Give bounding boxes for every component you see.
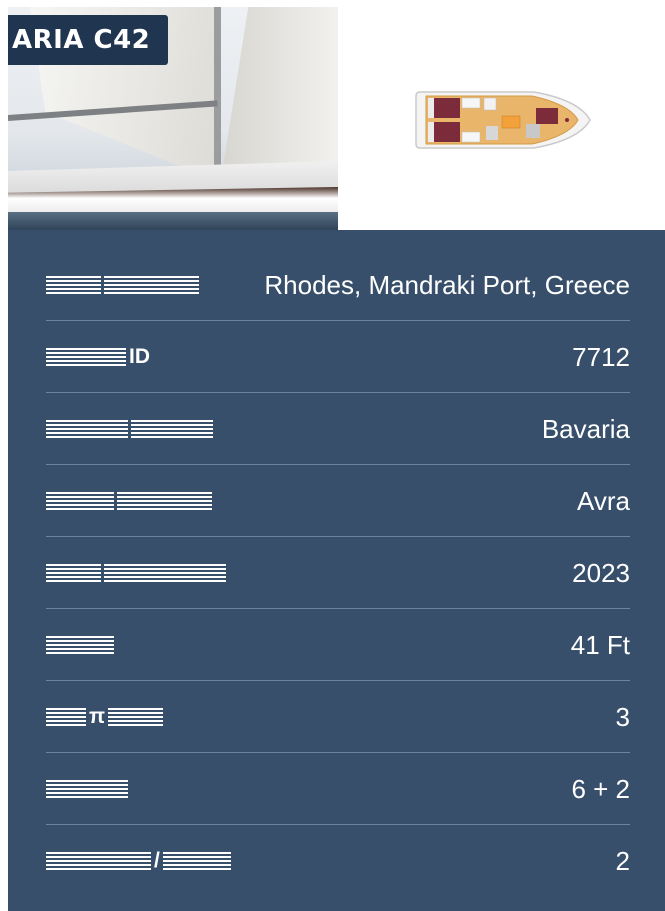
spec-value-manufacturer: Bavaria <box>541 413 630 444</box>
sea <box>8 212 338 230</box>
spec-row-toilets: / 2 <box>46 825 630 897</box>
spec-value-name: Avra <box>577 485 630 516</box>
boat-layout-diagram <box>415 91 591 149</box>
spec-row-berths: 6 + 2 <box>46 753 630 825</box>
yacht-photo: ARIA C42 <box>8 7 338 230</box>
spec-value-berths: 6 + 2 <box>571 773 630 804</box>
spec-row-id: ID 7712 <box>46 321 630 393</box>
specifications-panel: Rhodes, Mandraki Port, Greece ID 7712 Ba… <box>8 230 665 911</box>
spec-row-length: 41 Ft <box>46 609 630 681</box>
jib-sail <box>223 7 338 167</box>
spec-label-id: ID <box>46 345 150 369</box>
spec-value-toilets: 2 <box>615 845 630 876</box>
spec-value-id: 7712 <box>572 341 630 372</box>
spec-label-year <box>46 564 226 582</box>
spec-label-name <box>46 492 212 510</box>
spec-value-length: 41 Ft <box>570 629 630 660</box>
spec-row-location: Rhodes, Mandraki Port, Greece <box>46 249 630 321</box>
spec-label-cabins: π <box>46 705 164 729</box>
spec-label-berths <box>46 780 128 798</box>
spec-value-cabins: 3 <box>615 701 630 732</box>
spec-label-location <box>46 276 199 294</box>
spec-value-year: 2023 <box>572 557 630 588</box>
spec-label-length <box>46 636 114 654</box>
mast <box>214 7 221 167</box>
spec-label-toilets: / <box>46 849 231 873</box>
spec-row-name: Avra <box>46 465 630 537</box>
spec-row-cabins: π 3 <box>46 681 630 753</box>
spec-label-manufacturer <box>46 420 213 438</box>
model-name-badge: ARIA C42 <box>8 15 169 65</box>
spec-row-year: 2023 <box>46 537 630 609</box>
spec-value-location: Rhodes, Mandraki Port, Greece <box>264 269 630 300</box>
spec-row-manufacturer: Bavaria <box>46 393 630 465</box>
